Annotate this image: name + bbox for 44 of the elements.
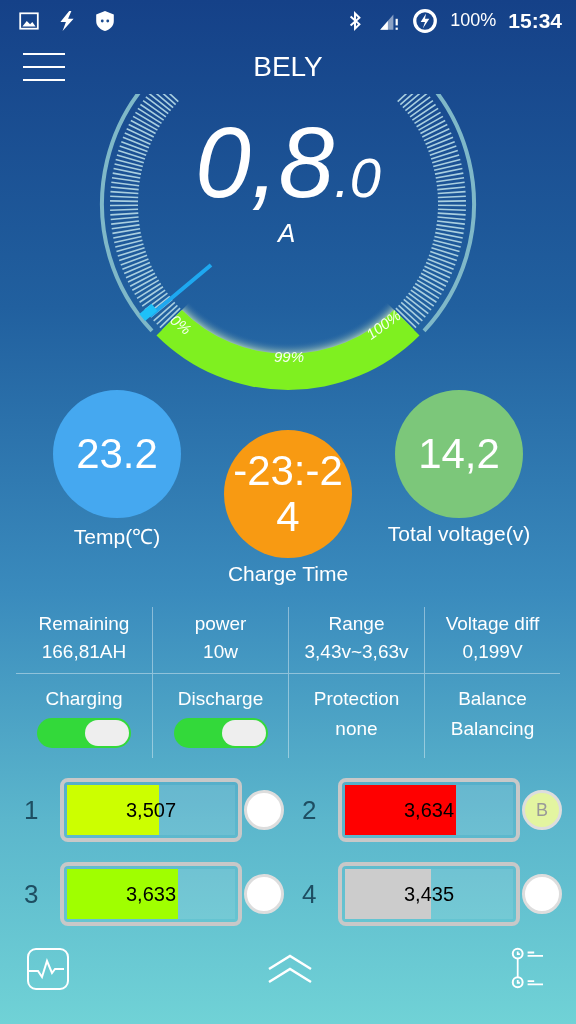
scale-label: 99%: [274, 347, 305, 365]
pulse-chart-icon[interactable]: [26, 947, 70, 991]
charging-icon: [412, 7, 439, 34]
status-label: Protection: [313, 688, 400, 711]
current-decimal: .0: [334, 144, 381, 210]
metric-value: 14,2: [417, 430, 501, 477]
cell-voltage: 3,435: [402, 882, 456, 906]
metric-value: 23.2: [75, 430, 159, 477]
status-label: Charging: [45, 688, 123, 711]
metric-label: Total voltage(v): [387, 521, 531, 546]
status-label: Balance: [458, 688, 527, 711]
battery-percent: 100%: [450, 10, 497, 31]
current-reading: 0,8: [195, 111, 335, 212]
cell-number: 1: [24, 794, 40, 826]
menu-icon[interactable]: [22, 52, 66, 83]
stat-value: 10w: [203, 641, 238, 664]
stat-label: Voltage diff: [445, 613, 540, 636]
metric-label: Charge Time: [227, 561, 349, 586]
status-label: Discharge: [177, 688, 264, 711]
double-chevron-up-icon[interactable]: [267, 954, 313, 984]
metric-label: Temp(℃): [73, 523, 161, 550]
cell-number: 3: [24, 878, 40, 910]
stat-value: 0,199V: [462, 641, 523, 664]
stat-value: 3,43v~3,63v: [304, 641, 409, 664]
shield-icon: [94, 9, 116, 32]
clock-time: 15:34: [508, 8, 562, 33]
cell-voltage: 3,633: [124, 882, 178, 906]
cell-number: 2: [302, 794, 318, 826]
status-value: none: [335, 718, 378, 741]
cell-voltage: 3,634: [402, 798, 456, 822]
cell-number: 4: [302, 878, 318, 910]
app-title: BELY: [253, 51, 323, 84]
status-value: Balancing: [450, 718, 535, 741]
current-unit: A: [278, 217, 296, 249]
toggle-switch[interactable]: [173, 718, 268, 749]
stat-label: Range: [328, 613, 385, 636]
image-icon: [18, 9, 40, 32]
stat-label: power: [194, 613, 247, 636]
balance-indicator: B: [522, 790, 562, 831]
metric-value: -23:-24: [233, 447, 343, 540]
stat-value: 166,81AH: [41, 641, 127, 664]
stat-label: Remaining: [38, 613, 130, 636]
scale-label: 0%: [167, 310, 195, 338]
toggle-switch[interactable]: [37, 718, 131, 749]
